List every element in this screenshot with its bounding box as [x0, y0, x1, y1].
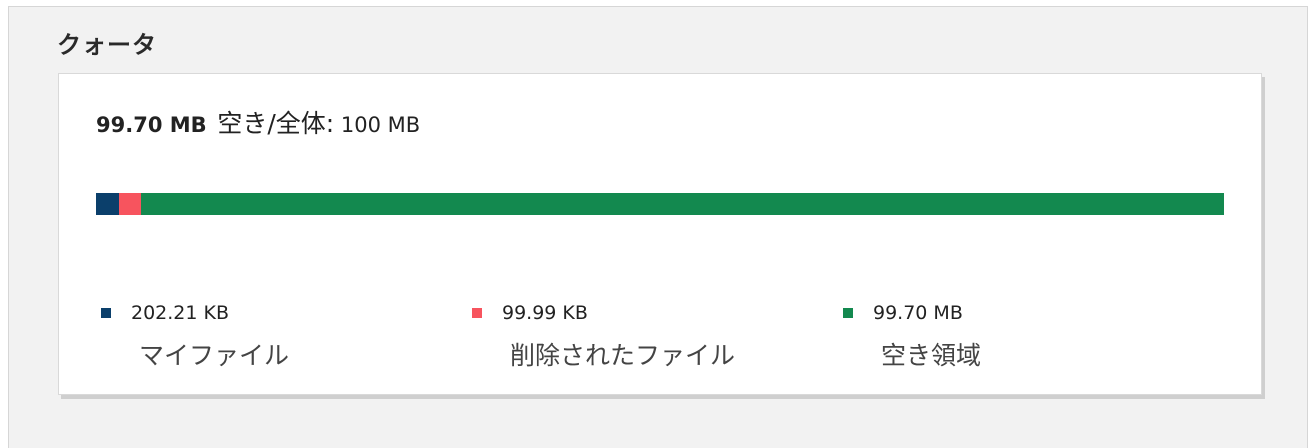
legend-label-free: 空き領域 [881, 341, 982, 370]
usage-bar-my-files [96, 193, 119, 215]
legend-swatch-my-files [101, 308, 111, 318]
legend-free: 99.70 MB 空き領域 [843, 302, 981, 372]
legend-label-my-files: マイファイル [139, 341, 290, 370]
usage-bar [96, 193, 1224, 215]
legend-label-deleted: 削除されたファイル [510, 341, 736, 370]
usage-bar-free [141, 193, 1224, 215]
legend-swatch-deleted [472, 308, 482, 318]
section-title: クォータ [57, 31, 157, 59]
legend-value-free: 99.70 MB [873, 302, 963, 324]
free-total-label: 空き/全体: [217, 109, 335, 138]
quota-panel: クォータ 99.70 MB 空き/全体: 100 MB 202.21 KB マイ… [8, 6, 1308, 448]
legend-swatch-free [843, 308, 853, 318]
quota-summary: 99.70 MB 空き/全体: 100 MB [96, 104, 420, 140]
quota-card: 99.70 MB 空き/全体: 100 MB 202.21 KB マイファイル … [58, 73, 1262, 395]
legend-deleted: 99.99 KB 削除されたファイル [472, 302, 735, 372]
legend-my-files: 202.21 KB マイファイル [101, 302, 289, 372]
free-space-value: 99.70 MB [96, 113, 207, 137]
legend-value-deleted: 99.99 KB [502, 302, 588, 324]
usage-bar-deleted [118, 193, 142, 215]
total-space-value: 100 MB [340, 113, 421, 137]
legend-value-my-files: 202.21 KB [131, 302, 230, 324]
